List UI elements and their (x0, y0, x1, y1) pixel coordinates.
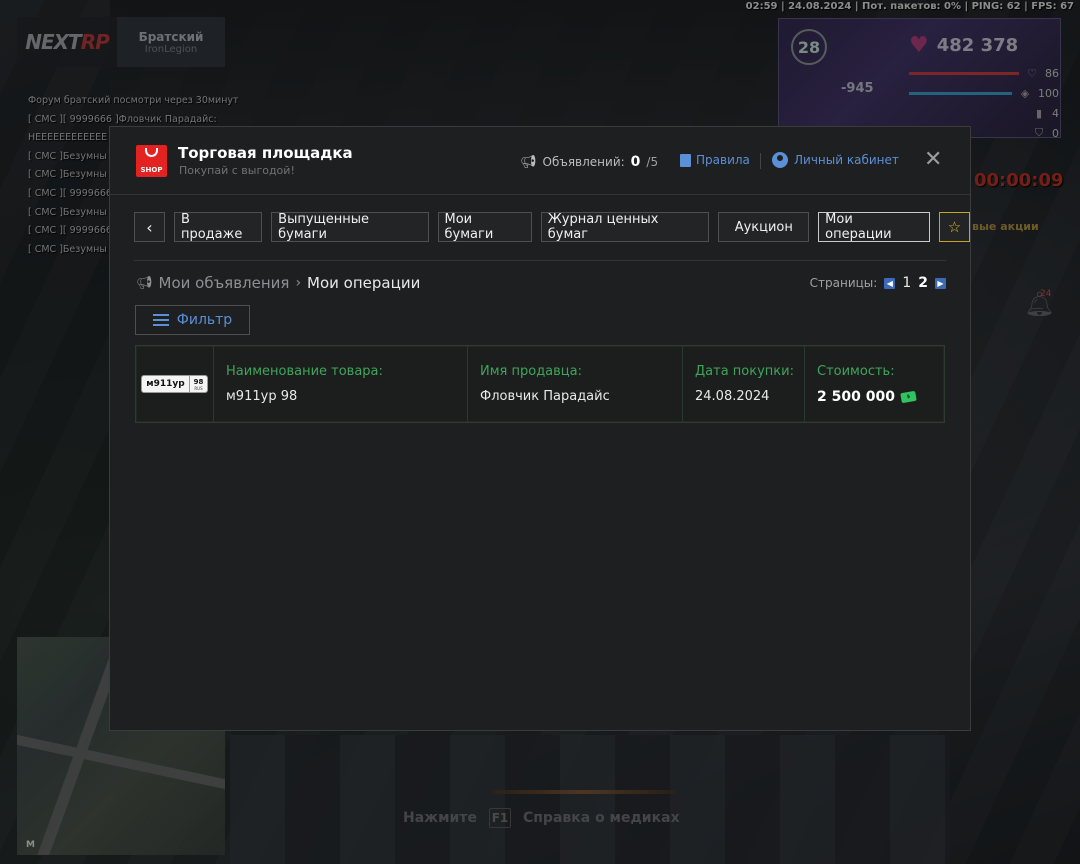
license-plate: м911ур 98 RUS (141, 375, 208, 393)
next-page-button[interactable]: ▶ (935, 277, 946, 289)
col-purchase-date: Дата покупки: 24.08.2024 (683, 346, 805, 422)
col-value: 24.08.2024 (695, 389, 770, 404)
price-value: 2 500 000 (817, 388, 895, 405)
tabs-divider (134, 260, 946, 261)
close-button[interactable]: ✕ (924, 147, 942, 172)
page-1-button[interactable]: 1 (902, 275, 911, 291)
chevron-right-icon: › (295, 275, 302, 291)
star-icon: ☆ (947, 218, 962, 236)
breadcrumb-current: Мои операции (307, 274, 421, 292)
tab-on-sale[interactable]: В продаже (173, 212, 263, 242)
user-icon (772, 152, 788, 168)
window-title: Торговая площадка (178, 144, 353, 162)
tab-my-securities[interactable]: Мои бумаги (437, 212, 532, 242)
chevron-left-icon: ‹ (146, 217, 153, 237)
modal-header: SHOP Торговая площадка Покупай с выгодой… (110, 127, 970, 195)
marketplace-window: SHOP Торговая площадка Покупай с выгодой… (109, 126, 971, 731)
col-header: Стоимость: (817, 363, 895, 379)
tab-securities-journal[interactable]: Журнал ценных бумаг (540, 212, 710, 242)
col-item-name: Наименование товара: м911ур 98 (214, 346, 468, 422)
tab-auction[interactable]: Аукцион (718, 212, 810, 242)
sliders-icon (152, 313, 169, 327)
col-header: Дата покупки: (695, 364, 794, 379)
shop-logo: SHOP (136, 145, 167, 177)
megaphone-icon: 📢︎ (520, 154, 537, 170)
ads-count: 0 (630, 154, 641, 170)
plate-number: м911ур (146, 379, 185, 389)
operation-row[interactable]: м911ур 98 RUS Наименование товара: м911у… (135, 345, 945, 423)
col-header: Имя продавца: (480, 364, 583, 379)
favorites-button[interactable]: ☆ (939, 212, 970, 242)
clipboard-icon (680, 153, 691, 167)
rules-label: Правила (696, 153, 750, 167)
plate-country: RUS (194, 385, 203, 391)
shop-logo-text: SHOP (140, 166, 163, 174)
tab-issued-securities[interactable]: Выпущенные бумаги (271, 212, 429, 242)
cash-icon: $ (900, 390, 917, 403)
ads-label: Объявлений: (542, 155, 625, 169)
tab-my-operations[interactable]: Мои операции (818, 212, 931, 242)
breadcrumb: 📢︎ Мои объявления › Мои операции (136, 274, 420, 292)
col-seller: Имя продавца: Фловчик Парадайс (468, 346, 683, 422)
col-value-price: 2 500 000 $ (817, 389, 944, 405)
filter-button[interactable]: Фильтр (135, 305, 250, 335)
ads-counter: 📢︎ Объявлений: 0 /5 (520, 154, 658, 170)
pagination: Страницы: ◀ 1 2 ▶ (810, 275, 946, 291)
breadcrumb-parent[interactable]: Мои объявления (159, 274, 290, 292)
col-value: Фловчик Парадайс (480, 389, 610, 404)
col-header: Наименование товара: (226, 364, 383, 379)
back-button[interactable]: ‹ (134, 212, 165, 242)
cabinet-link[interactable]: Личный кабинет (772, 152, 899, 168)
col-price: Стоимость: 2 500 000 $ (805, 346, 944, 422)
window-subtitle: Покупай с выгодой! (179, 164, 295, 177)
pagination-label: Страницы: (809, 276, 878, 290)
prev-page-button[interactable]: ◀ (884, 277, 896, 289)
tab-bar: ‹ В продаже Выпущенные бумаги Мои бумаги… (134, 212, 970, 242)
col-value: м911ур 98 (226, 389, 298, 404)
filter-label: Фильтр (176, 312, 233, 328)
ads-max: /5 (646, 155, 659, 169)
plate-region: 98 (193, 377, 204, 386)
page-2-button[interactable]: 2 (918, 275, 928, 291)
rules-link[interactable]: Правила (680, 153, 750, 167)
bag-handle-icon (145, 148, 158, 157)
item-image: м911ур 98 RUS (136, 346, 214, 422)
header-divider (760, 153, 761, 169)
cabinet-label: Личный кабинет (794, 153, 899, 167)
megaphone-icon: 📢︎ (136, 275, 153, 291)
